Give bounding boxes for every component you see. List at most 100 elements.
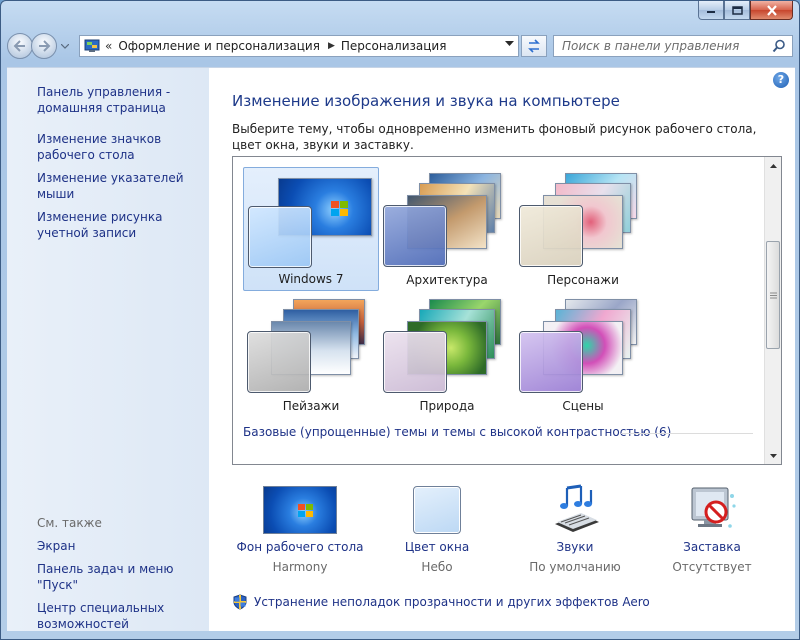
- address-dropdown-icon[interactable]: [505, 41, 514, 47]
- refresh-icon: [528, 39, 540, 53]
- themes-scrollbar[interactable]: [764, 157, 781, 464]
- link-taskbar-start-menu[interactable]: Панель задач и меню "Пуск": [37, 561, 207, 593]
- theme-preview-windows-7: [248, 174, 374, 268]
- maximize-button[interactable]: [724, 1, 750, 20]
- caption-buttons: [698, 1, 793, 20]
- shield-icon: [233, 594, 247, 610]
- theme-label: Архитектура: [406, 273, 488, 287]
- chevron-up-icon: [769, 163, 777, 168]
- close-icon: [766, 4, 777, 16]
- theme-preview-nature: [383, 299, 509, 393]
- basic-themes-group-header[interactable]: Базовые (упрощенные) темы и темы с высок…: [243, 425, 671, 439]
- link-display[interactable]: Экран: [37, 538, 207, 554]
- scroll-thumb[interactable]: [766, 241, 780, 349]
- back-arrow-icon: [13, 40, 25, 52]
- control-panel-icon: [84, 39, 100, 52]
- sounds-icon: [505, 478, 645, 534]
- scroll-down-button[interactable]: [765, 447, 781, 464]
- page-description: Выберите тему, чтобы одновременно измени…: [232, 122, 757, 152]
- close-button[interactable]: [750, 1, 793, 20]
- theme-characters[interactable]: Персонажи: [515, 167, 651, 291]
- window-color-item[interactable]: Цвет окна Небо: [367, 478, 507, 574]
- refresh-button[interactable]: [521, 35, 547, 57]
- back-button[interactable]: [7, 33, 33, 59]
- theme-windows-7[interactable]: Windows 7: [243, 167, 379, 291]
- theme-components: Фон рабочего стола Harmony Цвет окна Неб…: [209, 478, 795, 578]
- window-color-swatch: [247, 331, 311, 393]
- theme-preview-architecture: [383, 173, 509, 267]
- speaker-notes-icon: [555, 484, 599, 532]
- screen-saver-value: Отсутствует: [672, 560, 752, 574]
- theme-nature[interactable]: Природа: [379, 293, 515, 417]
- left-navigation-pane: Панель управления - домашняя страница Из…: [7, 67, 209, 631]
- window-color-swatch: [519, 331, 583, 393]
- desktop-background-title[interactable]: Фон рабочего стола: [230, 540, 370, 554]
- desktop-background-value: Harmony: [272, 560, 328, 574]
- breadcrumb-overflow-icon[interactable]: «: [105, 39, 112, 53]
- window-color-title[interactable]: Цвет окна: [367, 540, 507, 554]
- address-bar[interactable]: « Оформление и персонализация ▶ Персонал…: [79, 35, 519, 57]
- link-desktop-icons[interactable]: Изменение значков рабочего стола: [37, 131, 207, 163]
- desktop-background-item[interactable]: Фон рабочего стола Harmony: [230, 478, 370, 574]
- theme-preview-scenes: [519, 299, 645, 393]
- search-icon[interactable]: [772, 39, 786, 53]
- screen-saver-item[interactable]: Заставка Отсутствует: [642, 478, 782, 574]
- theme-preview-characters: [519, 173, 645, 267]
- sounds-item[interactable]: Звуки По умолчанию: [505, 478, 645, 574]
- breadcrumb-appearance[interactable]: Оформление и персонализация: [118, 39, 320, 53]
- theme-label: Пейзажи: [282, 399, 340, 413]
- main-content-pane: ? Изменение изображения и звука на компь…: [209, 67, 795, 631]
- control-panel-window: « Оформление и персонализация ▶ Персонал…: [0, 0, 800, 640]
- aero-troubleshoot-link[interactable]: Устранение неполадок прозрачности и друг…: [232, 594, 650, 610]
- sounds-value: По умолчанию: [529, 560, 621, 574]
- windows-logo-icon: [298, 504, 313, 517]
- theme-landscapes[interactable]: Пейзажи: [243, 293, 379, 417]
- window-color-value: Небо: [421, 560, 453, 574]
- recent-pages-dropdown[interactable]: [59, 43, 71, 49]
- window-color-swatch: [519, 205, 583, 267]
- scroll-up-button[interactable]: [765, 157, 781, 174]
- themes-list[interactable]: Windows 7 Архитектура Персонажи Пейзажи …: [232, 156, 782, 465]
- search-box[interactable]: [553, 35, 793, 57]
- breadcrumb-separator-icon[interactable]: ▶: [328, 41, 335, 51]
- screen-saver-icon: [642, 478, 782, 534]
- aero-troubleshoot-label[interactable]: Устранение неполадок прозрачности и друг…: [254, 595, 650, 609]
- link-account-picture[interactable]: Изменение рисунка учетной записи: [37, 209, 207, 241]
- task-links: Панель управления - домашняя страница Из…: [7, 84, 207, 241]
- screen-saver-title[interactable]: Заставка: [642, 540, 782, 554]
- window-color-icon: [367, 478, 507, 534]
- window-color-swatch: [383, 205, 447, 267]
- theme-label: Сцены: [562, 399, 604, 413]
- maximize-icon: [731, 5, 743, 15]
- forward-arrow-icon: [39, 40, 51, 52]
- theme-label: Windows 7: [278, 272, 344, 286]
- minimize-icon: [707, 11, 715, 13]
- theme-scenes[interactable]: Сцены: [515, 293, 651, 417]
- grip-icon: [769, 292, 777, 298]
- see-also-section: См. также Экран Панель задач и меню "Пус…: [7, 516, 207, 632]
- page-title: Изменение изображения и звука на компьют…: [232, 92, 620, 110]
- search-input[interactable]: [562, 39, 762, 53]
- link-ease-of-access[interactable]: Центр специальных возможностей: [37, 600, 207, 632]
- chevron-down-icon: [61, 43, 69, 49]
- see-also-label: См. также: [37, 516, 102, 530]
- sounds-title[interactable]: Звуки: [505, 540, 645, 554]
- minimize-button[interactable]: [698, 1, 724, 20]
- monitor-no-icon: [691, 487, 736, 528]
- theme-preview-landscapes: [247, 299, 373, 393]
- breadcrumb-personalization[interactable]: Персонализация: [341, 39, 447, 53]
- link-control-panel-home[interactable]: Панель управления - домашняя страница: [37, 84, 207, 116]
- theme-label: Природа: [419, 399, 475, 413]
- window-color-swatch: [383, 331, 447, 393]
- theme-label: Персонажи: [547, 273, 619, 287]
- window-color-swatch: [248, 206, 312, 268]
- forward-button[interactable]: [31, 33, 57, 59]
- link-mouse-pointers[interactable]: Изменение указателей мыши: [37, 170, 207, 202]
- navigation-bar: « Оформление и персонализация ▶ Персонал…: [7, 31, 793, 61]
- help-button[interactable]: ?: [773, 72, 789, 88]
- chevron-down-icon: [769, 453, 777, 458]
- group-divider: [621, 433, 753, 434]
- help-icon: ?: [777, 73, 785, 86]
- desktop-background-icon: [230, 478, 370, 534]
- theme-architecture[interactable]: Архитектура: [379, 167, 515, 291]
